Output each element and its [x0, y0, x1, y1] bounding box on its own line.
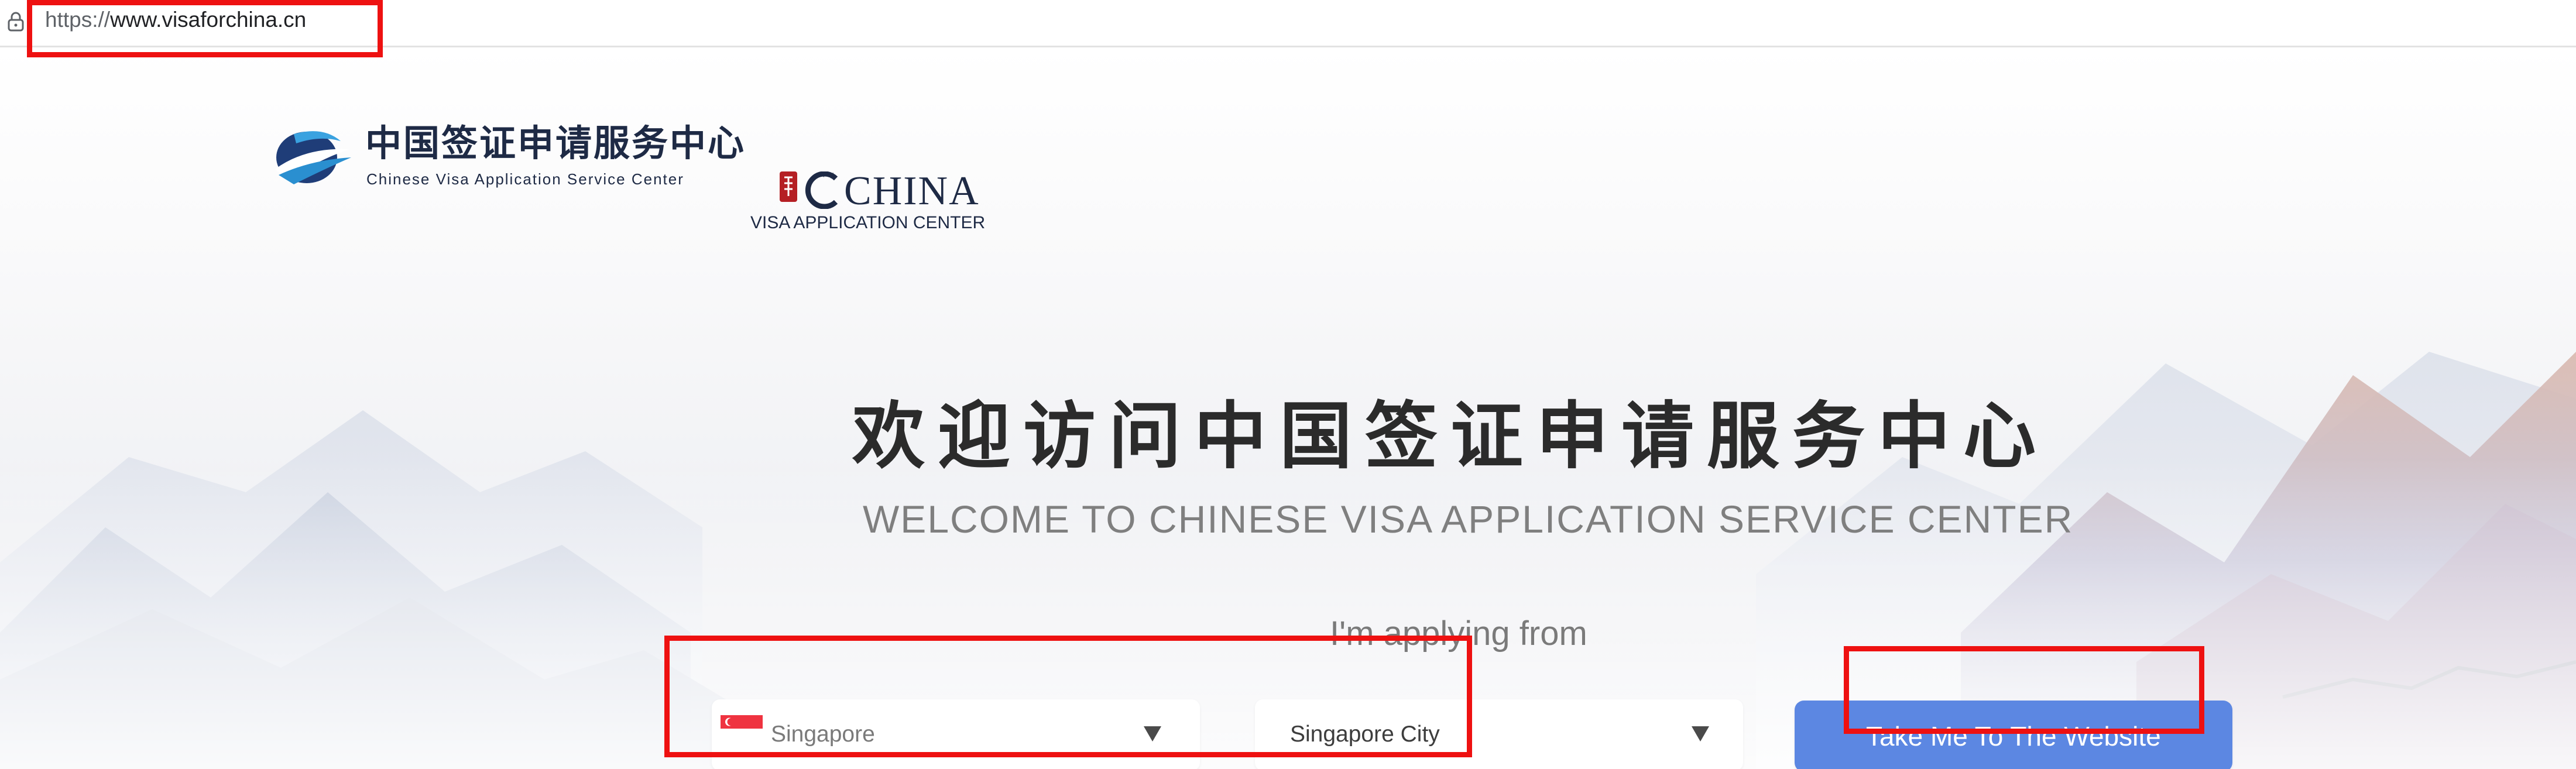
country-select-value: Singapore: [771, 722, 875, 747]
url-scheme: https://: [45, 8, 111, 32]
url-host: www.visaforchina.cn: [110, 8, 307, 32]
dragon-icon: [805, 171, 838, 209]
welcome-heading-english: WELCOME TO CHINESE VISA APPLICATION SERV…: [863, 497, 2074, 541]
chevron-down-icon[interactable]: [1144, 726, 1161, 741]
red-seal-icon: [780, 171, 797, 202]
country-select[interactable]: Singapore: [712, 699, 1200, 769]
singapore-flag-icon: [721, 715, 763, 742]
take-me-to-website-button[interactable]: Take Me To The Website: [1795, 701, 2232, 769]
city-select-value: Singapore City: [1290, 722, 1440, 747]
cvasc-chinese-name: 中国签证申请服务中心: [365, 122, 746, 164]
china-vac-subtitle: VISA APPLICATION CENTER: [750, 213, 986, 232]
address-bar[interactable]: https://www.visaforchina.cn: [0, 0, 2576, 47]
take-me-to-website-label: Take Me To The Website: [1866, 721, 2161, 751]
cvasc-english-name: Chinese Visa Application Service Center: [366, 170, 684, 188]
cvasc-emblem-icon: [275, 131, 351, 184]
china-wordmark: CHINA: [844, 169, 980, 214]
chevron-down-icon[interactable]: [1692, 726, 1709, 741]
cvasc-logo[interactable]: 中国签证申请服务中心 Chinese Visa Application Serv…: [270, 120, 744, 196]
url-text[interactable]: https://www.visaforchina.cn: [45, 5, 306, 35]
lock-icon[interactable]: [6, 12, 26, 32]
city-select[interactable]: Singapore City: [1255, 699, 1743, 769]
welcome-heading-chinese: 欢迎访问中国签证申请服务中心: [852, 394, 2049, 479]
landing-page: 中国签证申请服务中心 Chinese Visa Application Serv…: [0, 47, 2576, 769]
china-vac-logo[interactable]: CHINA VISA APPLICATION CENTER: [750, 164, 996, 241]
applying-from-label: I'm applying from: [1330, 614, 1587, 653]
